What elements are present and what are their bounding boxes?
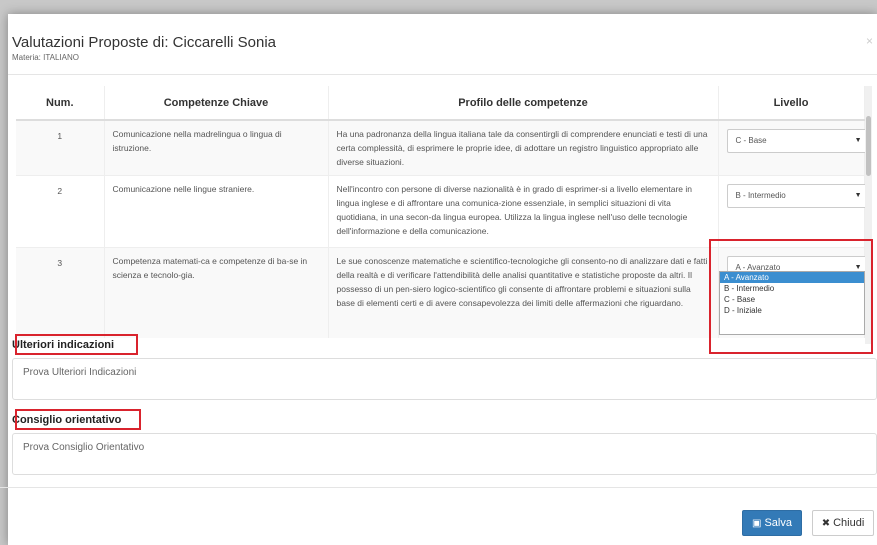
row-livello-cell: C - Base ▼ <box>718 119 871 176</box>
row-competenza: Comunicazione nelle lingue straniere. <box>104 175 329 248</box>
row-num: 1 <box>16 119 105 176</box>
consiglio-highlight-box <box>15 409 141 430</box>
footer-divider <box>0 487 877 488</box>
close-icon: ✖ <box>821 518 831 529</box>
row-num: 2 <box>16 175 105 248</box>
save-button[interactable]: ▣ Salva <box>742 510 802 536</box>
header-competenze: Competenze Chiave <box>104 86 329 121</box>
row-num: 3 <box>16 247 105 338</box>
row-competenza: Competenza matemati-ca e competenze di b… <box>104 247 329 338</box>
row-competenza: Comunicazione nella madrelingua o lingua… <box>104 119 329 176</box>
header-divider <box>8 74 877 75</box>
row-profilo: Nell'incontro con persone di diverse naz… <box>328 175 719 248</box>
close-icon[interactable]: × <box>866 34 873 48</box>
header-num: Num. <box>16 86 105 121</box>
row-profilo: Le sue conoscenze matematiche e scientif… <box>328 247 719 338</box>
consiglio-textarea[interactable]: Prova Consiglio Orientativo <box>12 433 877 475</box>
table-row: 2 Comunicazione nelle lingue straniere. … <box>16 175 871 248</box>
livello-highlight-box <box>709 239 873 354</box>
modal-subtitle: Materia: ITALIANO <box>12 53 79 62</box>
close-button[interactable]: ✖ Chiudi <box>812 510 874 536</box>
modal-title: Valutazioni Proposte di: Ciccarelli Soni… <box>12 34 277 51</box>
row-livello-cell: B - Intermedio ▼ <box>718 175 871 248</box>
table-header-row: Num. Competenze Chiave Profilo delle com… <box>16 86 865 121</box>
livello-select-value: B - Intermedio <box>735 191 786 200</box>
livello-select[interactable]: C - Base ▼ <box>726 129 871 153</box>
save-button-label: Salva <box>764 517 792 529</box>
chevron-down-icon: ▼ <box>854 137 862 144</box>
ulteriori-textarea[interactable]: Prova Ulteriori Indicazioni <box>12 358 877 400</box>
header-livello: Livello <box>718 86 865 121</box>
ulteriori-highlight-box <box>15 334 138 355</box>
header-profilo: Profilo delle competenze <box>328 86 719 121</box>
row-profilo: Ha una padronanza della lingua italiana … <box>328 119 719 176</box>
close-button-label: Chiudi <box>833 517 865 529</box>
livello-select[interactable]: B - Intermedio ▼ <box>726 184 871 208</box>
save-icon: ▣ <box>752 518 762 529</box>
table-row: 1 Comunicazione nella madrelingua o ling… <box>16 119 871 176</box>
chevron-down-icon: ▼ <box>854 192 862 199</box>
livello-select-value: C - Base <box>735 136 767 145</box>
scrollbar-thumb[interactable] <box>866 116 871 176</box>
